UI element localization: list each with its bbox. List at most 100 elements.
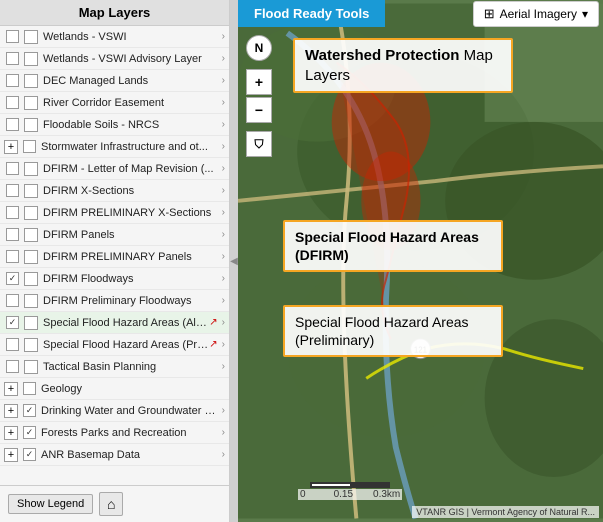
layer-dfirm-floodways[interactable]: DFIRM Floodways › (0, 268, 229, 290)
layer-special-flood-all[interactable]: Special Flood Hazard Areas (All ... ↗ › (0, 312, 229, 334)
preliminary-text: Special Flood Hazard Areas (Preliminary) (295, 314, 469, 348)
checkbox-river-corridor[interactable] (6, 96, 19, 109)
checkbox-tactical-basin[interactable] (6, 360, 19, 373)
layer-label: DFIRM Panels (43, 229, 220, 241)
checkbox-anr-basemap[interactable] (23, 448, 36, 461)
chevron-right-icon: › (222, 207, 225, 218)
layer-wetlands-advisory[interactable]: Wetlands - VSWI Advisory Layer › (0, 48, 229, 70)
chevron-right-icon: › (222, 339, 225, 350)
layer-dfirm-xsections[interactable]: DFIRM X-Sections › (0, 180, 229, 202)
checkbox-dfirm-prelim-panels[interactable] (6, 250, 19, 263)
group-label: ANR Basemap Data (41, 449, 222, 461)
checkbox-dfirm-xsections[interactable] (6, 184, 19, 197)
checkbox-geology[interactable] (23, 382, 36, 395)
dropdown-icon: ▾ (582, 7, 588, 21)
zoom-out-button[interactable]: − (246, 97, 272, 123)
checkbox-forests-parks[interactable] (23, 426, 36, 439)
dfirm-label: Special Flood Hazard Areas (DFIRM) (283, 220, 503, 272)
arrow-indicator: ↗ (209, 339, 217, 350)
expand-icon[interactable]: + (4, 382, 18, 396)
layer-dfirm-prelim-floodways[interactable]: DFIRM Preliminary Floodways › (0, 290, 229, 312)
chevron-right-icon: › (222, 229, 225, 240)
layer-dfirm-prelim-panels[interactable]: DFIRM PRELIMINARY Panels › (0, 246, 229, 268)
home-icon-btn[interactable]: ⌂ (99, 492, 123, 516)
scale-label-0: 0 (300, 489, 306, 500)
chevron-right-icon: › (222, 53, 225, 64)
layer-dfirm-panels[interactable]: DFIRM Panels › (0, 224, 229, 246)
chevron-right-icon: › (222, 273, 225, 284)
layer-wetlands-vswi[interactable]: Wetlands - VSWI › (0, 26, 229, 48)
layer-icon (24, 52, 38, 66)
checkbox-special-flood-prelim[interactable] (6, 338, 19, 351)
expand-icon[interactable]: + (4, 140, 18, 154)
chevron-right-icon: › (222, 185, 225, 196)
layer-label: DFIRM PRELIMINARY X-Sections (43, 207, 220, 219)
attribution-text: VTANR GIS | Vermont Agency of Natural R.… (412, 506, 599, 518)
arrow-indicator: ↗ (209, 317, 217, 328)
flood-ready-button[interactable]: Flood Ready Tools (238, 0, 385, 27)
checkbox-wetlands-vswi[interactable] (6, 30, 19, 43)
checkbox-dec-managed[interactable] (6, 74, 19, 87)
expand-icon[interactable]: + (4, 426, 18, 440)
layer-river-corridor[interactable]: River Corridor Easement › (0, 92, 229, 114)
layer-icon (24, 30, 38, 44)
chevron-right-icon: › (222, 405, 225, 416)
bookmark-button[interactable]: ⛉ (246, 131, 272, 157)
panel-splitter[interactable] (230, 0, 238, 522)
group-forests-parks[interactable]: + Forests Parks and Recreation › (0, 422, 229, 444)
aerial-imagery-button[interactable]: ⊞ Aerial Imagery ▾ (473, 1, 599, 27)
checkbox-stormwater[interactable] (23, 140, 36, 153)
layer-dec-managed[interactable]: DEC Managed Lands › (0, 70, 229, 92)
dfirm-text: Special Flood Hazard Areas (DFIRM) (295, 229, 479, 263)
checkbox-dfirm-letter[interactable] (6, 162, 19, 175)
chevron-right-icon: › (222, 141, 225, 152)
checkbox-floodable-soils[interactable] (6, 118, 19, 131)
layer-label: DEC Managed Lands (43, 75, 220, 87)
chevron-right-icon: › (222, 361, 225, 372)
panel-header: Map Layers (0, 0, 229, 26)
layer-icon (24, 96, 38, 110)
checkbox-dfirm-panels[interactable] (6, 228, 19, 241)
scale-label-015: 0.15 (334, 489, 353, 500)
layer-special-flood-prelim[interactable]: Special Flood Hazard Areas (Preli... ↗ › (0, 334, 229, 356)
expand-icon[interactable]: + (4, 404, 18, 418)
layer-icon (24, 74, 38, 88)
expand-icon[interactable]: + (4, 448, 18, 462)
layer-tactical-basin[interactable]: Tactical Basin Planning › (0, 356, 229, 378)
checkbox-dfirm-floodways[interactable] (6, 272, 19, 285)
checkbox-dfirm-prelim-floodways[interactable] (6, 294, 19, 307)
layer-label: DFIRM Preliminary Floodways (43, 295, 220, 307)
layer-label: DFIRM X-Sections (43, 185, 220, 197)
layer-icon (24, 294, 38, 308)
layer-label: Floodable Soils - NRCS (43, 119, 220, 131)
layer-dfirm-letter[interactable]: DFIRM - Letter of Map Revision (... › (0, 158, 229, 180)
layer-icon (24, 316, 38, 330)
group-drinking-water[interactable]: + Drinking Water and Groundwater Pr... › (0, 400, 229, 422)
map-area[interactable]: 121 Flood Ready Tools ⊞ Aerial Imagery ▾… (238, 0, 603, 522)
watershed-bold-text: Watershed Protection (305, 47, 459, 64)
layer-dfirm-prelim-xsections[interactable]: DFIRM PRELIMINARY X-Sections › (0, 202, 229, 224)
scale-black-segment (350, 482, 390, 488)
group-geology[interactable]: + Geology (0, 378, 229, 400)
checkbox-special-flood-all[interactable] (6, 316, 19, 329)
show-legend-button[interactable]: Show Legend (8, 494, 93, 514)
checkbox-dfirm-prelim-xsections[interactable] (6, 206, 19, 219)
layer-icon (24, 338, 38, 352)
layer-label: River Corridor Easement (43, 97, 220, 109)
layer-icon (24, 184, 38, 198)
chevron-right-icon: › (222, 163, 225, 174)
zoom-in-button[interactable]: + (246, 69, 272, 95)
checkbox-wetlands-advisory[interactable] (6, 52, 19, 65)
checkbox-drinking-water[interactable] (23, 404, 36, 417)
layer-floodable-soils[interactable]: Floodable Soils - NRCS › (0, 114, 229, 136)
layer-icon (24, 360, 38, 374)
layer-label: DFIRM - Letter of Map Revision (... (43, 163, 220, 175)
layer-stormwater[interactable]: + Stormwater Infrastructure and ot... › (0, 136, 229, 158)
map-toolbar: Flood Ready Tools ⊞ Aerial Imagery ▾ (238, 0, 603, 27)
map-controls: N + − ⛉ (246, 35, 272, 157)
scale-bar: 0 0.15 0.3km (298, 481, 402, 500)
scale-label-03: 0.3km (373, 489, 400, 500)
layer-panel: Map Layers Wetlands - VSWI › Wetlands - … (0, 0, 230, 522)
group-anr-basemap[interactable]: + ANR Basemap Data › (0, 444, 229, 466)
compass-button[interactable]: N (246, 35, 272, 61)
